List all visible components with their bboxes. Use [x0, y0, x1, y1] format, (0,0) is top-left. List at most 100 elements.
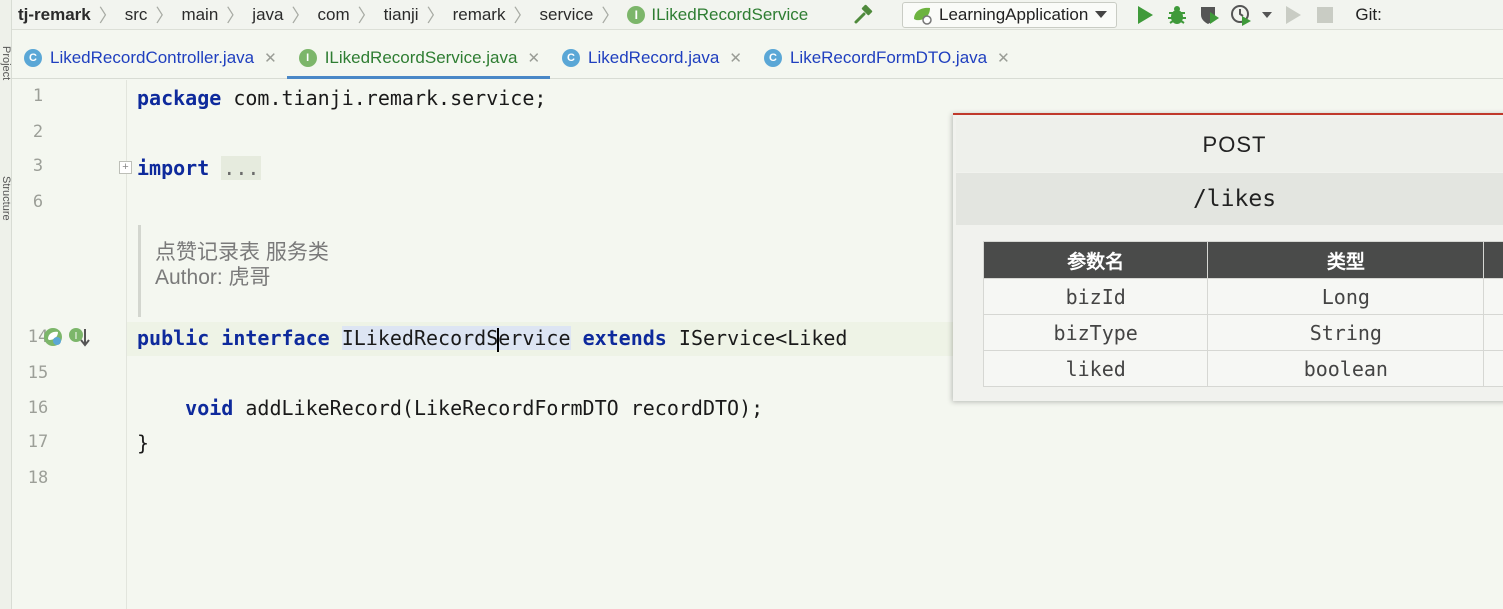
keyword-public: public	[137, 326, 210, 350]
interface-name-part2: ervice	[498, 326, 571, 350]
interface-name-highlight: ILikedRecordService	[341, 326, 571, 352]
line-number: 2	[32, 122, 44, 142]
run-configuration-select[interactable]: LearningApplication	[902, 2, 1118, 28]
breadcrumb-separator-icon: 〉	[513, 5, 532, 26]
folded-imports[interactable]: ...	[221, 156, 262, 180]
gutter-markers: I	[42, 326, 90, 348]
code-line-14: public interface ILikedRecordService ext…	[137, 323, 847, 353]
table-header-row: 参数名 类型	[982, 241, 1503, 279]
line-number: 3	[32, 156, 44, 176]
close-icon[interactable]: ✕	[527, 49, 540, 67]
tab-label: LikedRecord.java	[588, 48, 720, 67]
keyword-interface: interface	[221, 326, 330, 350]
column-header-type: 类型	[1207, 241, 1485, 279]
breadcrumb-remark[interactable]: remark	[447, 5, 512, 25]
table-row: liked boolean	[982, 350, 1503, 387]
implemented-down-arrow-icon[interactable]: I	[68, 326, 90, 348]
line-number: 1	[32, 86, 44, 106]
extra-cell	[1483, 314, 1503, 351]
param-type-cell: Long	[1207, 278, 1485, 315]
breadcrumb-separator-icon: 〉	[426, 5, 445, 26]
chevron-down-icon[interactable]	[1259, 2, 1275, 28]
interface-icon: I	[627, 5, 646, 24]
extends-type: IService<Liked	[666, 326, 848, 350]
run-configuration-label: LearningApplication	[939, 5, 1089, 24]
toolbar: LearningApplication Git:	[850, 0, 1382, 30]
breadcrumb-current-file-label: ILikedRecordService	[651, 4, 809, 24]
doc-author: Author: 虎哥	[155, 266, 271, 289]
keyword-import: import	[137, 156, 210, 180]
profiler-icon[interactable]	[1227, 2, 1255, 28]
api-info-popup: POST /likes 参数名 类型 bizId Long bizType St…	[953, 113, 1503, 401]
breadcrumb-separator-icon: 〉	[226, 5, 245, 26]
breadcrumb-main[interactable]: main	[175, 5, 224, 25]
line-number: 6	[32, 192, 44, 212]
breadcrumb-separator-icon: 〉	[601, 5, 620, 26]
keyword-package: package	[137, 86, 222, 110]
params-table: 参数名 类型 bizId Long bizType String liked b…	[982, 241, 1503, 387]
extra-cell	[1483, 350, 1503, 387]
breadcrumb-com[interactable]: com	[311, 5, 355, 25]
attach-run-icon[interactable]	[1279, 2, 1307, 28]
interface-name-part1: ILikedRecordS	[341, 326, 499, 350]
breadcrumb-separator-icon: 〉	[155, 5, 174, 26]
git-label[interactable]: Git:	[1355, 5, 1381, 25]
breadcrumb-project[interactable]: tj-remark	[12, 5, 97, 25]
editor-tab-bar: C LikedRecordController.java ✕ I ILikedR…	[12, 38, 1503, 79]
code-line-17: }	[137, 428, 149, 458]
run-icon[interactable]	[1131, 2, 1159, 28]
breadcrumb-separator-icon: 〉	[291, 5, 310, 26]
table-row: bizType String	[982, 314, 1503, 351]
breadcrumb-java[interactable]: java	[246, 5, 289, 25]
tab-like-record-form-dto[interactable]: C LikeRecordFormDTO.java ✕	[752, 38, 1020, 78]
tab-iliked-record-service[interactable]: I ILikedRecordService.java ✕	[286, 38, 551, 79]
project-tool-label[interactable]: Project	[0, 46, 12, 86]
navigation-bar: tj-remark 〉 src 〉 main 〉 java 〉 com 〉 ti…	[12, 0, 1503, 30]
breadcrumb-separator-icon: 〉	[357, 5, 376, 26]
tab-label: ILikedRecordService.java	[324, 48, 518, 67]
api-path: /likes	[956, 173, 1503, 225]
class-icon: C	[562, 49, 581, 67]
rendered-doc-comment[interactable]: 点赞记录表 服务类 Author: 虎哥	[138, 225, 938, 317]
http-method: POST	[956, 118, 1503, 172]
tab-label: LikedRecordController.java	[50, 48, 255, 67]
close-icon[interactable]: ✕	[264, 49, 277, 67]
extra-cell	[1483, 278, 1503, 315]
coverage-shield-icon[interactable]	[1195, 2, 1223, 28]
breadcrumb-separator-icon: 〉	[98, 5, 117, 26]
param-name-cell: liked	[982, 350, 1209, 387]
breadcrumb-src[interactable]: src	[119, 5, 154, 25]
package-name: com.tianji.remark.service;	[221, 86, 547, 110]
code-line-16: void addLikeRecord(LikeRecordFormDTO rec…	[137, 393, 763, 423]
line-number: 16	[27, 398, 49, 418]
close-icon[interactable]: ✕	[997, 49, 1010, 67]
tab-liked-record-controller[interactable]: C LikedRecordController.java ✕	[12, 38, 287, 78]
line-number: 17	[27, 432, 49, 452]
doc-description: 点赞记录表 服务类	[155, 241, 329, 264]
debug-bug-icon[interactable]	[1163, 2, 1191, 28]
structure-tool-label[interactable]: Structure	[0, 176, 12, 221]
line-number: 15	[27, 363, 49, 383]
keyword-void: void	[185, 396, 234, 420]
breadcrumb-current-file[interactable]: I ILikedRecordService	[621, 5, 814, 25]
spring-bean-icon[interactable]	[42, 326, 64, 348]
breadcrumb-service[interactable]: service	[533, 5, 599, 25]
param-name-cell: bizType	[982, 314, 1209, 351]
class-icon: C	[763, 49, 782, 67]
line-number: 18	[27, 468, 49, 488]
param-name-cell: bizId	[982, 278, 1209, 315]
column-header-param-name: 参数名	[982, 241, 1209, 279]
left-tool-strip[interactable]: Project Structure	[0, 0, 12, 609]
keyword-extends: extends	[582, 326, 667, 350]
stop-icon[interactable]	[1311, 2, 1339, 28]
close-icon[interactable]: ✕	[729, 49, 742, 67]
table-row: bizId Long	[982, 278, 1503, 315]
svg-text:I: I	[75, 331, 78, 342]
tab-liked-record[interactable]: C LikedRecord.java ✕	[550, 38, 752, 78]
build-hammer-icon[interactable]	[850, 2, 878, 28]
method-signature: addLikeRecord(LikeRecordFormDTO recordDT…	[233, 396, 764, 420]
code-line-1: package com.tianji.remark.service;	[137, 83, 546, 113]
chevron-down-icon	[1095, 11, 1108, 18]
spring-boot-icon	[914, 7, 932, 25]
breadcrumb-tianji[interactable]: tianji	[378, 5, 425, 25]
